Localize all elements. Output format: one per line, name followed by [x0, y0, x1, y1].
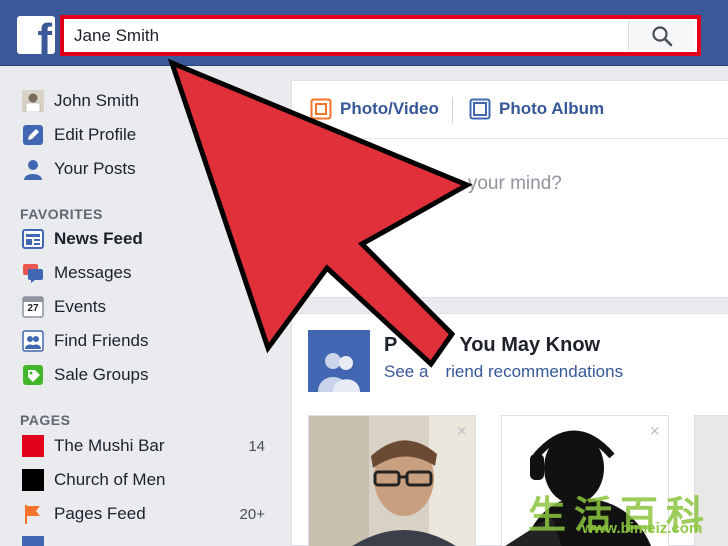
sidebar-item-your-posts[interactable]: Your Posts: [22, 157, 136, 181]
friend-suggestion-card[interactable]: ×: [308, 415, 476, 546]
search-button[interactable]: [628, 21, 694, 50]
messages-icon: [22, 262, 44, 284]
favorites-heading: FAVORITES: [20, 206, 103, 222]
events-icon-date: 27: [27, 303, 39, 314]
tab-photo-album[interactable]: Photo Album: [469, 98, 604, 120]
search-input[interactable]: [68, 22, 626, 49]
church-of-men-label: Church of Men: [54, 470, 166, 489]
news-feed-icon: [22, 228, 44, 250]
avatar: [22, 90, 44, 112]
people-you-may-know: P You May Know See a riend recommendations…: [291, 313, 728, 546]
sidebar-item-pages-feed[interactable]: Pages Feed: [22, 502, 146, 526]
search-icon: [651, 25, 672, 46]
sidebar-item-events[interactable]: 27 Events: [22, 295, 106, 319]
close-icon[interactable]: ×: [649, 422, 660, 440]
left-sidebar: John Smith Edit Profile Your Posts FAVOR…: [0, 67, 290, 546]
search-box-highlight: [60, 15, 701, 56]
photo-album-label: Photo Album: [499, 99, 605, 118]
your-posts-label: Your Posts: [54, 159, 136, 178]
close-icon[interactable]: ×: [456, 422, 467, 440]
sidebar-item-edit-profile[interactable]: Edit Profile: [22, 123, 136, 147]
profile-name: John Smith: [54, 91, 140, 110]
tab-photo-video[interactable]: Photo/Video: [310, 98, 439, 120]
friend-suggestion-card[interactable]: ×: [501, 415, 669, 546]
pages-feed-count: 20+: [239, 506, 265, 523]
sidebar-item-messages[interactable]: Messages: [22, 261, 131, 285]
photo-video-label: Photo/Video: [340, 99, 439, 118]
photo-video-icon: [310, 98, 332, 120]
sale-groups-label: Sale Groups: [54, 365, 149, 384]
events-label: Events: [54, 297, 106, 316]
facebook-logo-icon[interactable]: f: [17, 16, 55, 54]
edit-profile-label: Edit Profile: [54, 125, 137, 144]
next-page-icon: [22, 536, 44, 546]
events-icon: 27: [22, 296, 44, 318]
person-icon: [22, 158, 44, 180]
sidebar-item-sale-groups[interactable]: Sale Groups: [22, 363, 149, 387]
find-friends-label: Find Friends: [54, 331, 149, 350]
sidebar-item-find-friends[interactable]: Find Friends: [22, 329, 148, 353]
pages-feed-label: Pages Feed: [54, 504, 146, 523]
flag-icon: [22, 503, 44, 525]
pymk-title: P You May Know: [384, 334, 601, 356]
people-icon: [308, 330, 370, 392]
status-input[interactable]: n your mind?: [452, 173, 728, 195]
sidebar-item-church-of-men[interactable]: Church of Men: [22, 468, 166, 492]
pencil-icon: [22, 124, 44, 146]
mushi-bar-page-icon: [22, 435, 44, 457]
pages-heading: PAGES: [20, 412, 71, 428]
composer-tabs: Photo/Video Photo Album: [292, 81, 728, 139]
photo-album-icon: [469, 98, 491, 120]
see-all-recommendations-link[interactable]: See a riend recommendations: [384, 362, 623, 382]
mushi-bar-count: 14: [248, 438, 265, 455]
sidebar-item-mushi-bar[interactable]: The Mushi Bar: [22, 434, 272, 458]
church-of-men-page-icon: [22, 469, 44, 491]
suggestion-photo: [309, 416, 475, 546]
sidebar-item-profile[interactable]: John Smith: [22, 89, 139, 113]
find-friends-icon: [22, 330, 44, 352]
news-feed-label: News Feed: [54, 229, 143, 248]
friend-suggestion-card[interactable]: [694, 415, 728, 546]
status-composer: Photo/Video Photo Album n your mind?: [291, 80, 728, 298]
mushi-bar-label: The Mushi Bar: [54, 436, 165, 455]
sidebar-item-news-feed[interactable]: News Feed: [22, 227, 143, 251]
tab-divider: [452, 97, 453, 123]
sale-groups-icon: [22, 364, 44, 386]
messages-label: Messages: [54, 263, 132, 282]
suggestion-photo: [695, 416, 728, 546]
top-bar: f: [0, 0, 728, 66]
suggestion-photo: [502, 416, 668, 546]
